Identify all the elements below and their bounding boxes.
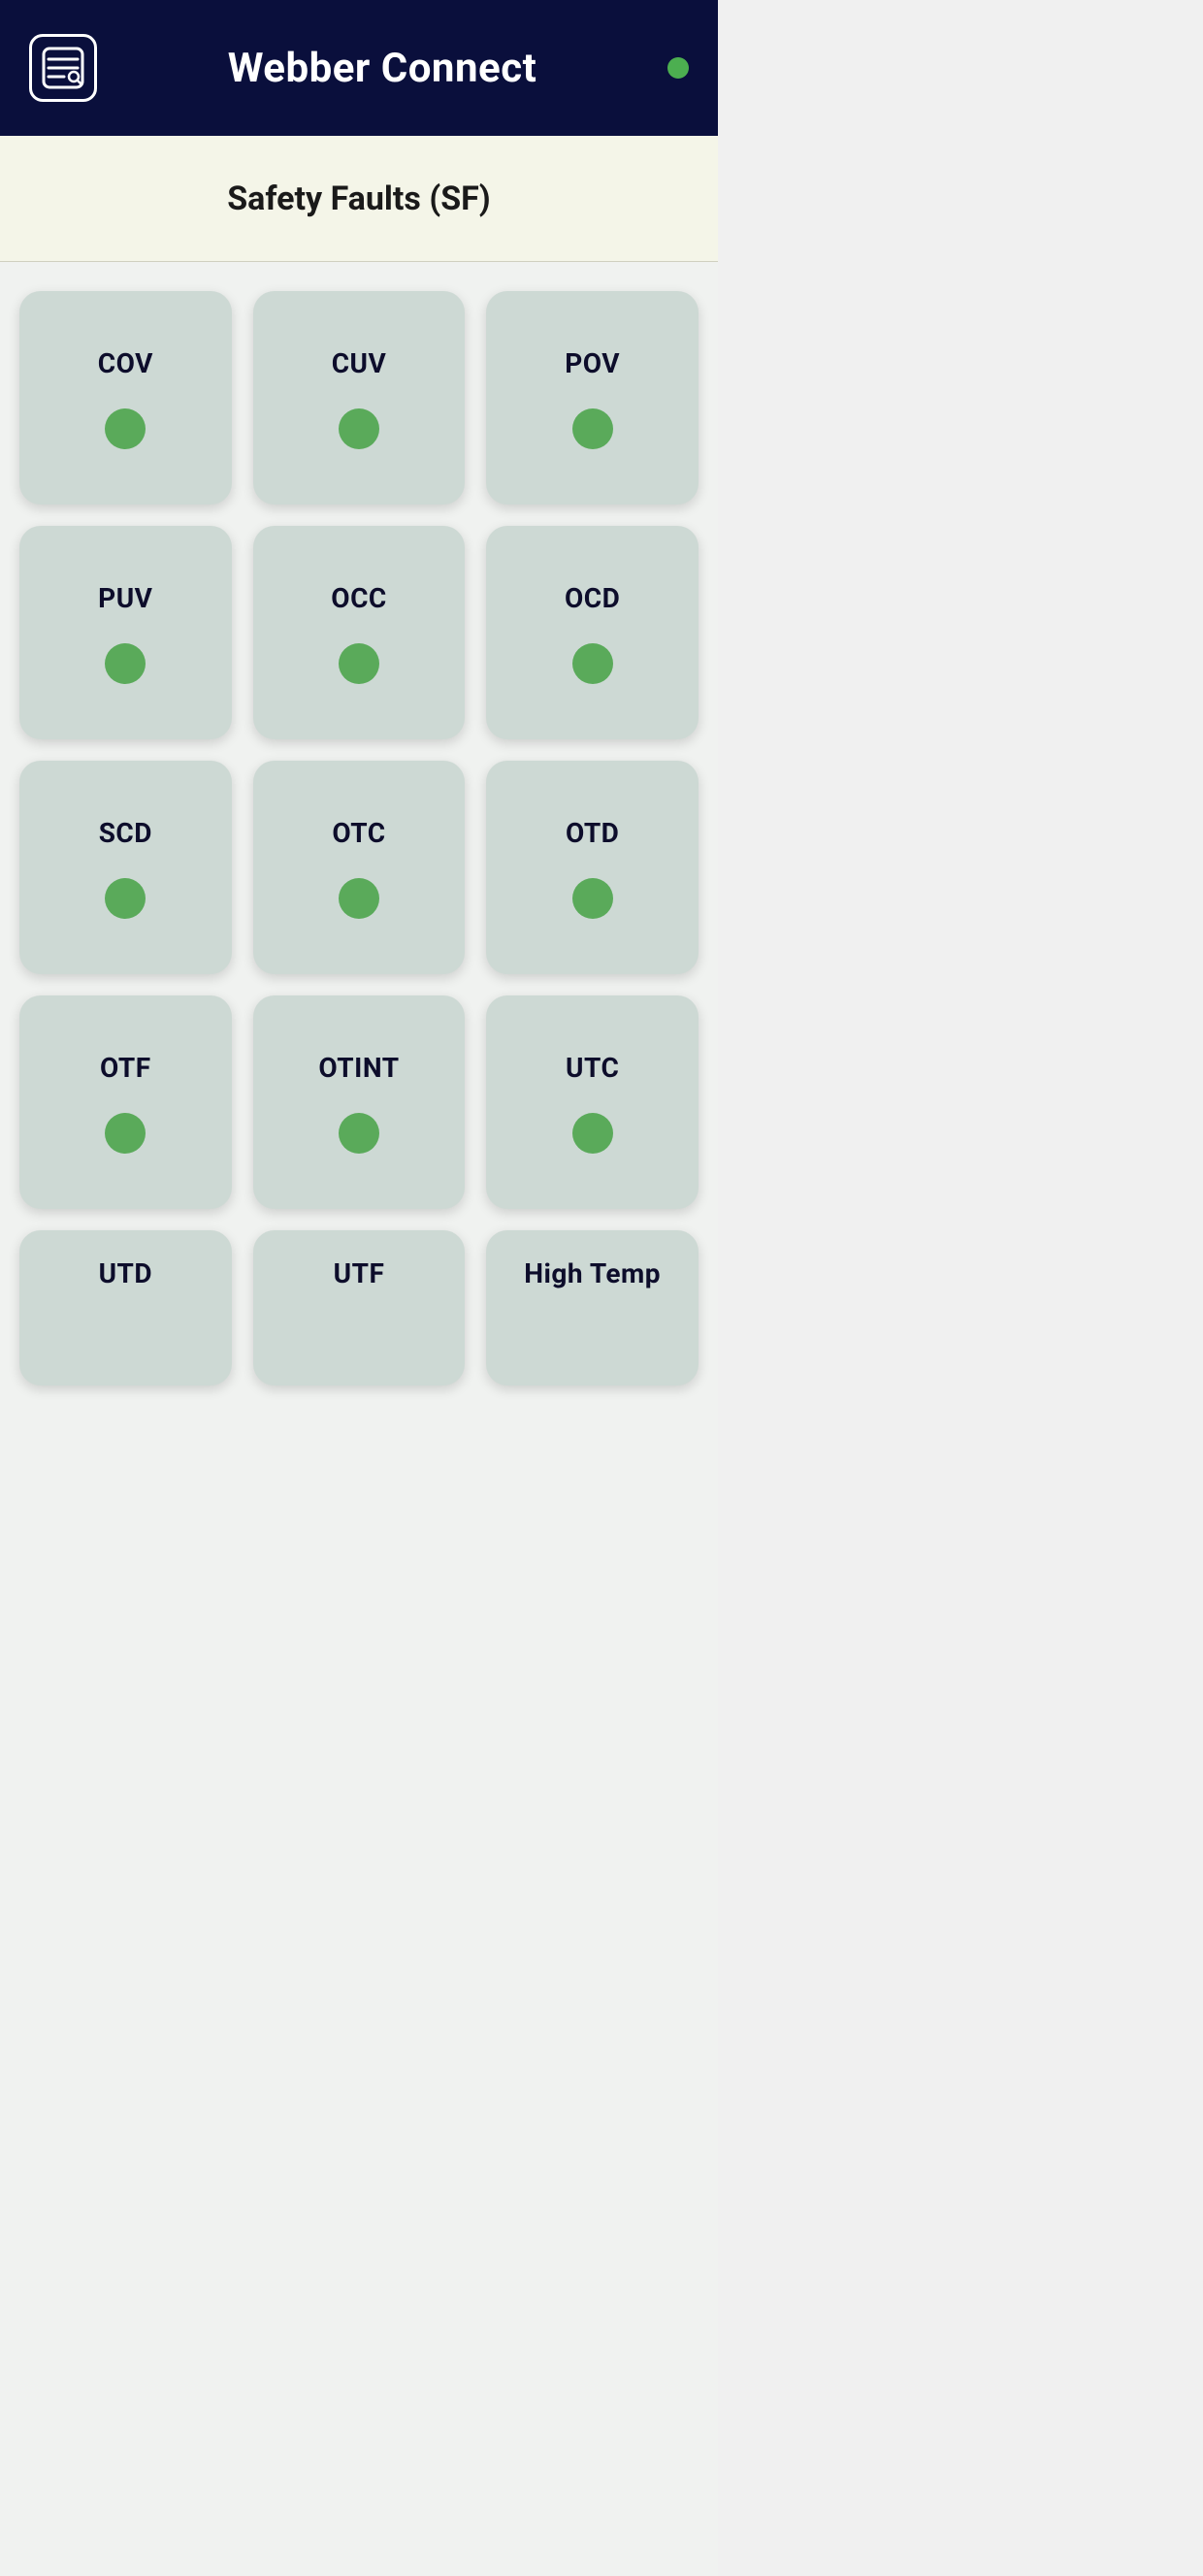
fault-card-otint[interactable]: OTINT bbox=[253, 995, 466, 1209]
fault-status-dot-cuv bbox=[339, 408, 379, 449]
fault-label-cuv: CUV bbox=[332, 347, 387, 379]
fault-status-dot-otc bbox=[339, 878, 379, 919]
fault-label-otc: OTC bbox=[332, 817, 385, 849]
main-content: COV CUV POV PUV OCC OCD SCD bbox=[0, 262, 718, 2576]
fault-status-dot-occ bbox=[339, 643, 379, 684]
fault-card-utf[interactable]: UTF bbox=[253, 1230, 466, 1386]
app-title: Webber Connect bbox=[97, 45, 667, 92]
fault-label-occ: OCC bbox=[331, 582, 386, 614]
fault-card-cov[interactable]: COV bbox=[19, 291, 232, 505]
fault-label-pov: POV bbox=[565, 347, 620, 379]
fault-card-puv[interactable]: PUV bbox=[19, 526, 232, 739]
fault-status-dot-otf bbox=[105, 1113, 146, 1154]
page-subtitle-bar: Safety Faults (SF) bbox=[0, 136, 718, 262]
logo-icon bbox=[41, 46, 85, 90]
fault-label-high-temp: High Temp bbox=[524, 1257, 661, 1289]
fault-label-otf: OTF bbox=[100, 1052, 151, 1084]
fault-card-pov[interactable]: POV bbox=[486, 291, 699, 505]
fault-label-utd: UTD bbox=[99, 1257, 153, 1289]
fault-card-otc[interactable]: OTC bbox=[253, 761, 466, 974]
app-logo bbox=[29, 34, 97, 102]
fault-label-cov: COV bbox=[98, 347, 153, 379]
fault-card-ocd[interactable]: OCD bbox=[486, 526, 699, 739]
fault-card-otf[interactable]: OTF bbox=[19, 995, 232, 1209]
fault-card-cuv[interactable]: CUV bbox=[253, 291, 466, 505]
fault-label-utc: UTC bbox=[566, 1052, 619, 1084]
fault-status-dot-otint bbox=[339, 1113, 379, 1154]
fault-status-dot-scd bbox=[105, 878, 146, 919]
fault-status-dot-puv bbox=[105, 643, 146, 684]
fault-status-dot-cov bbox=[105, 408, 146, 449]
fault-grid: COV CUV POV PUV OCC OCD SCD bbox=[19, 291, 699, 1386]
fault-label-otd: OTD bbox=[566, 817, 619, 849]
fault-card-occ[interactable]: OCC bbox=[253, 526, 466, 739]
fault-label-scd: SCD bbox=[99, 817, 152, 849]
connection-status-dot bbox=[667, 57, 689, 79]
fault-label-otint: OTINT bbox=[318, 1052, 399, 1084]
fault-label-ocd: OCD bbox=[565, 582, 620, 614]
fault-status-dot-otd bbox=[572, 878, 613, 919]
app-header: Webber Connect bbox=[0, 0, 718, 136]
fault-status-dot-utc bbox=[572, 1113, 613, 1154]
fault-card-scd[interactable]: SCD bbox=[19, 761, 232, 974]
fault-card-utd[interactable]: UTD bbox=[19, 1230, 232, 1386]
fault-status-dot-ocd bbox=[572, 643, 613, 684]
fault-card-high-temp[interactable]: High Temp bbox=[486, 1230, 699, 1386]
fault-label-puv: PUV bbox=[98, 582, 152, 614]
fault-card-otd[interactable]: OTD bbox=[486, 761, 699, 974]
fault-card-utc[interactable]: UTC bbox=[486, 995, 699, 1209]
fault-label-utf: UTF bbox=[334, 1257, 385, 1289]
page-subtitle: Safety Faults (SF) bbox=[227, 179, 491, 218]
fault-status-dot-pov bbox=[572, 408, 613, 449]
